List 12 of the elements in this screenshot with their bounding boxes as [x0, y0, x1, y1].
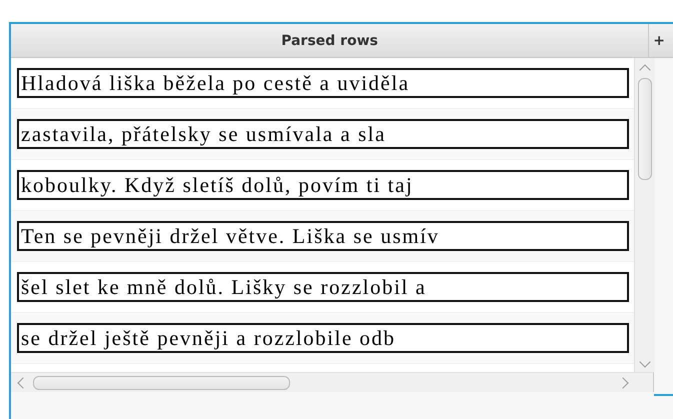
- parsed-row-text: zastavila, přátelsky se usmívala a sla: [17, 119, 629, 149]
- horizontal-scrollbar[interactable]: [11, 372, 654, 392]
- parsed-row-text: se držel ještě pevněji a rozzlobile odb: [17, 323, 629, 353]
- parsed-row-text: Ten se pevněji držel větve. Liška se usmív: [17, 221, 629, 251]
- scroll-thumb[interactable]: [638, 78, 652, 180]
- parsed-row-text: koboulky. Když sletíš dolů, povím ti taj: [17, 170, 629, 200]
- column-header[interactable]: +: [649, 24, 673, 57]
- column-header[interactable]: Parsed rows: [11, 24, 650, 57]
- vertical-scrollbar[interactable]: [634, 58, 655, 372]
- parsed-row-text: Hladová liška běžela po cestě a uviděla: [17, 68, 629, 98]
- parsed-row-text: šel slet ke mně dolů. Lišky se rozzlobil a: [17, 272, 629, 302]
- scroll-thumb[interactable]: [33, 376, 290, 390]
